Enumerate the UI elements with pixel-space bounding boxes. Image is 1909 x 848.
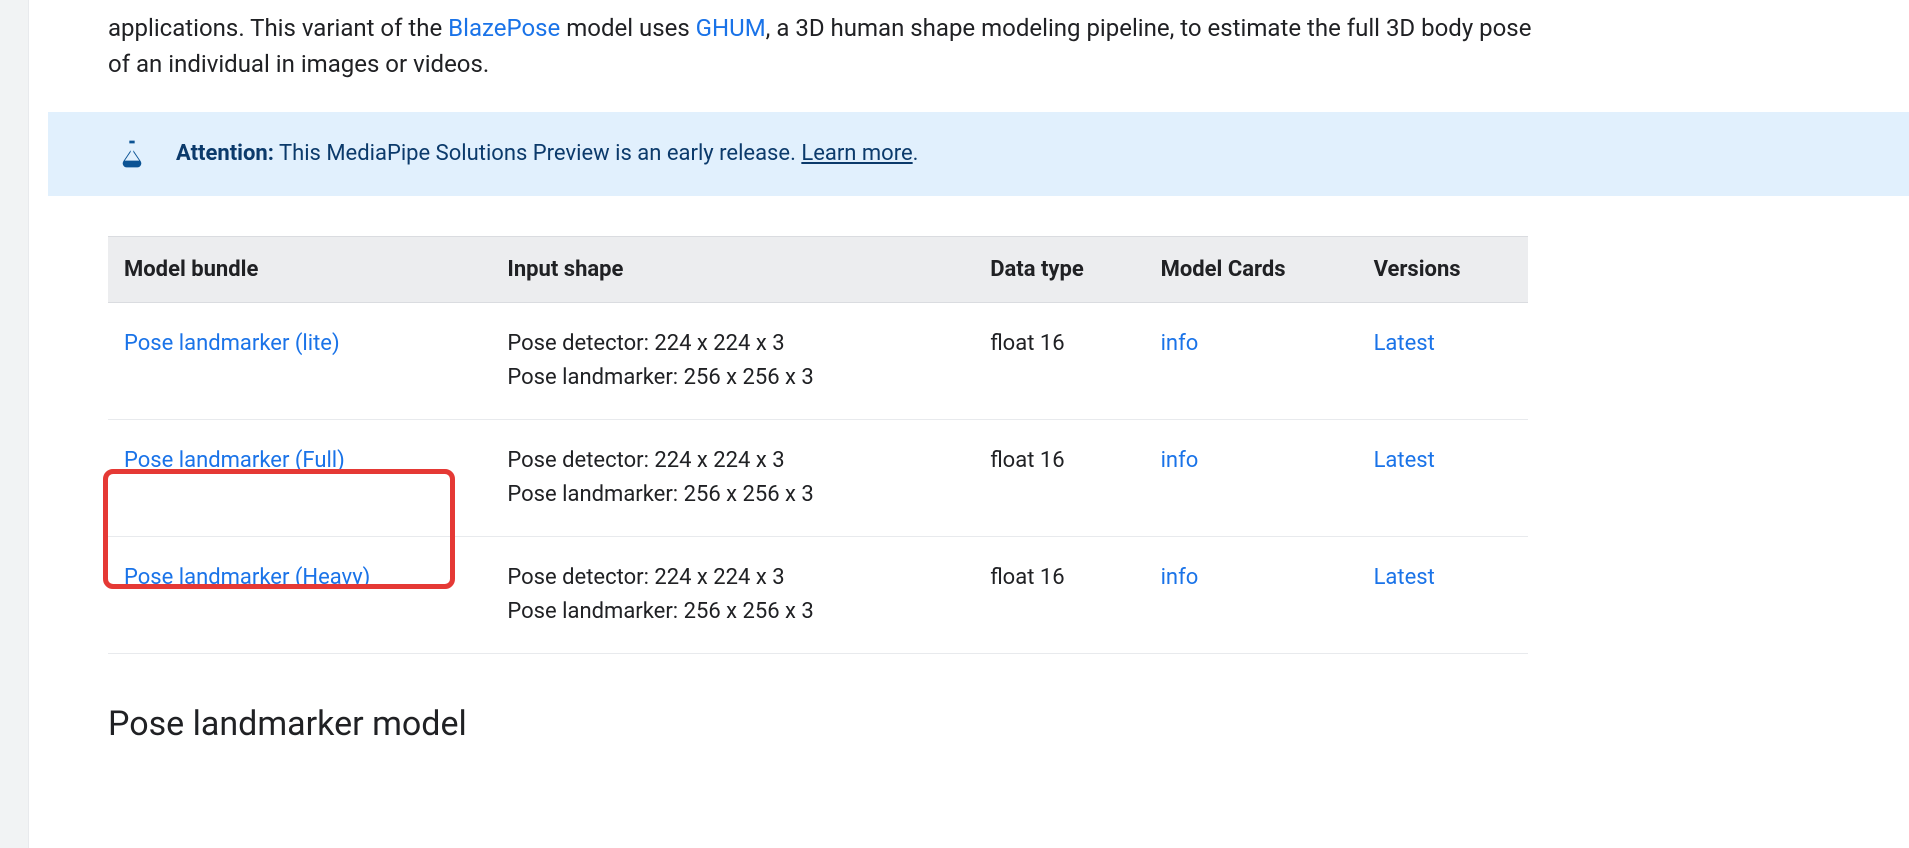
models-table: Model bundle Input shape Data type Model… [108,236,1528,654]
blazepose-link[interactable]: BlazePose [448,14,560,42]
shape-landmarker: Pose landmarker: 256 x 256 x 3 [507,478,958,512]
model-bundle-link-heavy[interactable]: Pose landmarker (Heavy) [124,565,370,590]
table-row: Pose landmarker (Heavy) Pose detector: 2… [108,537,1528,654]
shape-landmarker: Pose landmarker: 256 x 256 x 3 [507,361,958,395]
col-header-data-type: Data type [974,237,1144,303]
cell-input-shape: Pose detector: 224 x 224 x 3 Pose landma… [491,420,974,537]
shape-detector: Pose detector: 224 x 224 x 3 [507,327,958,361]
attention-text: Attention: This MediaPipe Solutions Prev… [176,140,918,168]
version-link[interactable]: Latest [1374,331,1435,356]
attention-label: Attention: [176,141,274,166]
intro-seg2: model uses [560,14,695,42]
cell-dtype: float 16 [974,303,1144,420]
shape-detector: Pose detector: 224 x 224 x 3 [507,561,958,595]
model-bundle-link-full[interactable]: Pose landmarker (Full) [124,448,345,473]
ghum-link[interactable]: GHUM [696,14,766,42]
cell-dtype: float 16 [974,537,1144,654]
table-row: Pose landmarker (Full) Pose detector: 22… [108,420,1528,537]
intro-paragraph: applications. This variant of the BlazeP… [108,10,1558,82]
model-card-link[interactable]: info [1161,448,1199,473]
col-header-bundle: Model bundle [108,237,491,303]
intro-seg1: applications. This variant of the [108,14,448,42]
col-header-input-shape: Input shape [491,237,974,303]
learn-more-link[interactable]: Learn more [801,141,912,166]
section-heading-pose-landmarker-model: Pose landmarker model [108,704,1909,744]
sidebar-edge [0,0,29,848]
model-bundle-link-lite[interactable]: Pose landmarker (lite) [124,331,340,356]
version-link[interactable]: Latest [1374,565,1435,590]
shape-landmarker: Pose landmarker: 256 x 256 x 3 [507,595,958,629]
attention-banner: Attention: This MediaPipe Solutions Prev… [48,112,1909,196]
col-header-model-cards: Model Cards [1145,237,1358,303]
models-table-wrap: Model bundle Input shape Data type Model… [108,236,1528,654]
attention-body: This MediaPipe Solutions Preview is an e… [274,141,801,166]
table-row: Pose landmarker (lite) Pose detector: 22… [108,303,1528,420]
cell-input-shape: Pose detector: 224 x 224 x 3 Pose landma… [491,303,974,420]
shape-detector: Pose detector: 224 x 224 x 3 [507,444,958,478]
model-card-link[interactable]: info [1161,565,1199,590]
cell-dtype: float 16 [974,420,1144,537]
version-link[interactable]: Latest [1374,448,1435,473]
model-card-link[interactable]: info [1161,331,1199,356]
table-header-row: Model bundle Input shape Data type Model… [108,237,1528,303]
flask-icon [116,136,148,172]
col-header-versions: Versions [1358,237,1528,303]
attention-period: . [913,141,919,166]
cell-input-shape: Pose detector: 224 x 224 x 3 Pose landma… [491,537,974,654]
